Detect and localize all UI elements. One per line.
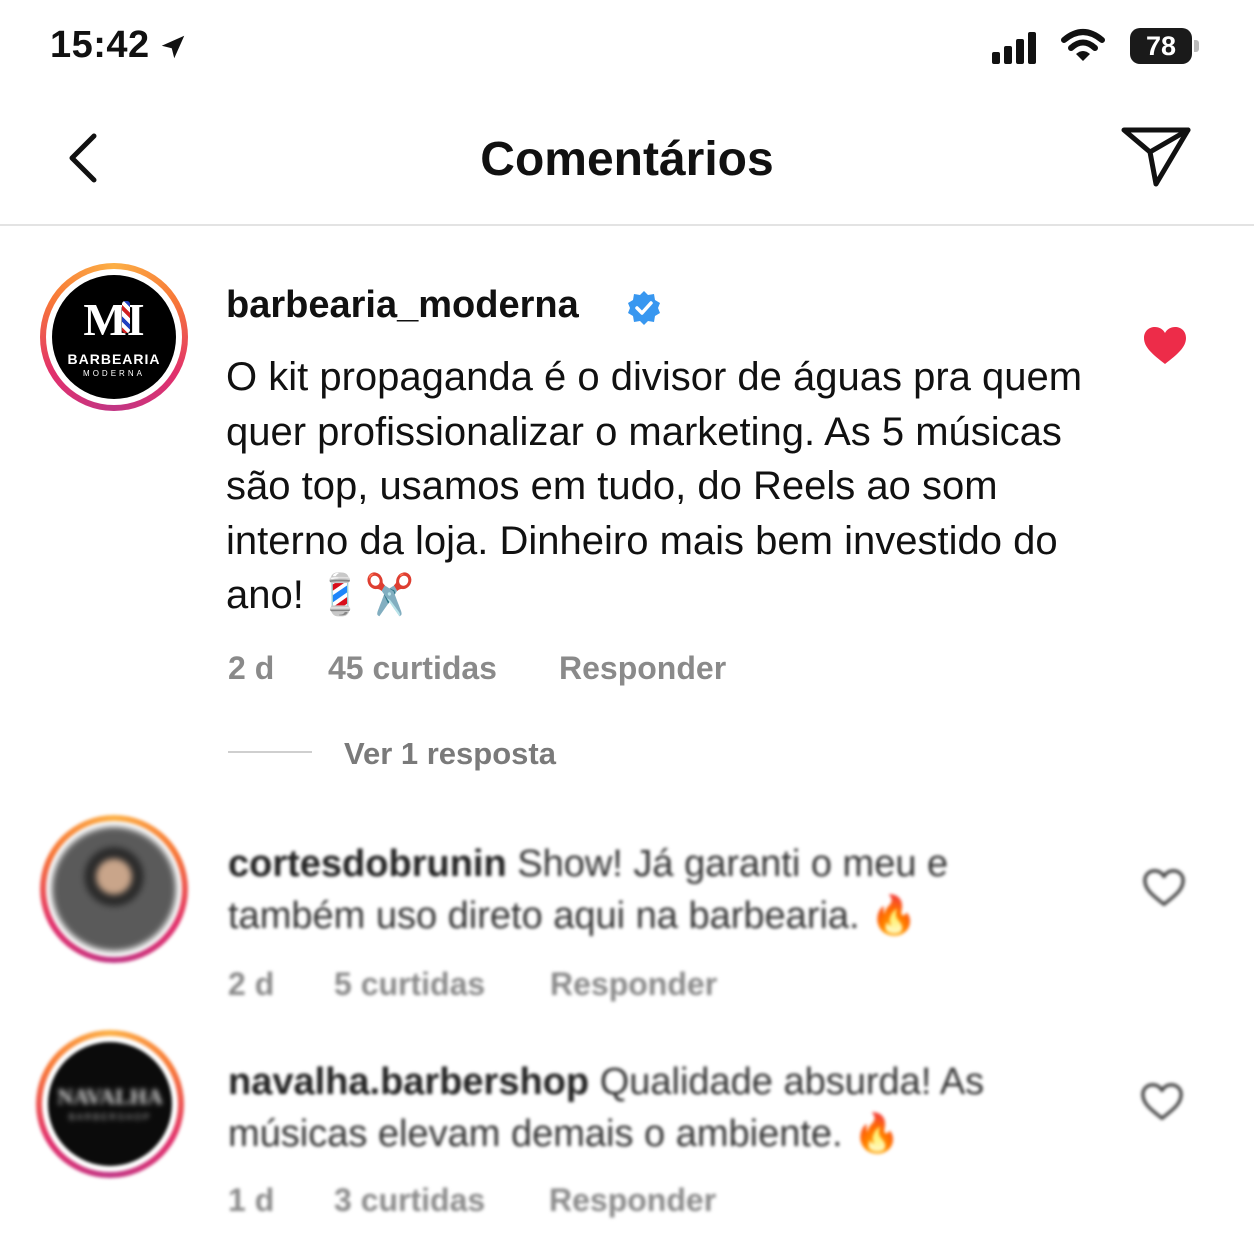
header: Comentários [0,96,1254,226]
heart-liked-icon[interactable] [1142,326,1188,366]
comment-text: O kit propaganda é o divisor de águas pr… [226,355,1083,617]
comment-username[interactable]: cortesdobrunin [228,843,507,885]
avatar[interactable]: MI BARBEARIA MODERNA [40,263,188,411]
logo-sub-text: BARBERSHOP [68,1112,152,1122]
logo-mark: NAVALHA [57,1084,163,1109]
heart-outline-icon[interactable] [1142,868,1186,908]
share-send-icon[interactable] [1118,122,1194,192]
logo-brand-text: BARBEARIA [67,351,161,367]
comment-body: navalha.barbershop Qualidade absurda! As… [228,1056,1088,1160]
replies-divider [228,751,312,753]
barber-pole-icon [122,301,130,333]
reply-button[interactable]: Responder [549,1182,716,1219]
barbearia-logo: MI BARBEARIA MODERNA [52,275,176,399]
comment-time: 2 d [228,966,275,1002]
status-time: 15:42 [50,24,150,66]
reply-button[interactable]: Responder [550,966,717,1003]
logo-sub-text: MODERNA [83,369,145,378]
heart-outline-icon[interactable] [1140,1082,1184,1122]
cellular-signal-icon [992,32,1036,64]
comment-username[interactable]: barbearia_moderna [226,284,579,327]
wifi-icon [1061,29,1105,61]
reply-button[interactable]: Responder [559,650,726,687]
verified-badge-icon [628,291,660,325]
location-arrow-icon [161,35,185,59]
navalha-logo: NAVALHA BARBERSHOP [48,1042,172,1166]
logo-mark: MI [83,294,145,345]
comment-username[interactable]: navalha.barbershop [228,1061,589,1103]
page-title: Comentários [480,133,774,186]
comment-time: 2 d [228,650,275,686]
comment-likes[interactable]: 3 curtidas [334,1182,485,1219]
battery-icon: 78 [1130,28,1200,66]
battery-level: 78 [1145,31,1177,61]
comment-time: 1 d [228,1182,275,1218]
view-replies-button[interactable]: Ver 1 resposta [344,736,556,772]
avatar[interactable]: NAVALHA BARBERSHOP [36,1030,184,1178]
comment-likes[interactable]: 45 curtidas [328,650,497,687]
comment-likes[interactable]: 5 curtidas [334,966,485,1003]
status-bar: 15:42 78 [0,0,1254,96]
avatar[interactable] [40,815,188,963]
profile-photo [52,827,176,951]
comment-body: cortesdobrunin Show! Já garanti o meu e … [228,838,1088,942]
